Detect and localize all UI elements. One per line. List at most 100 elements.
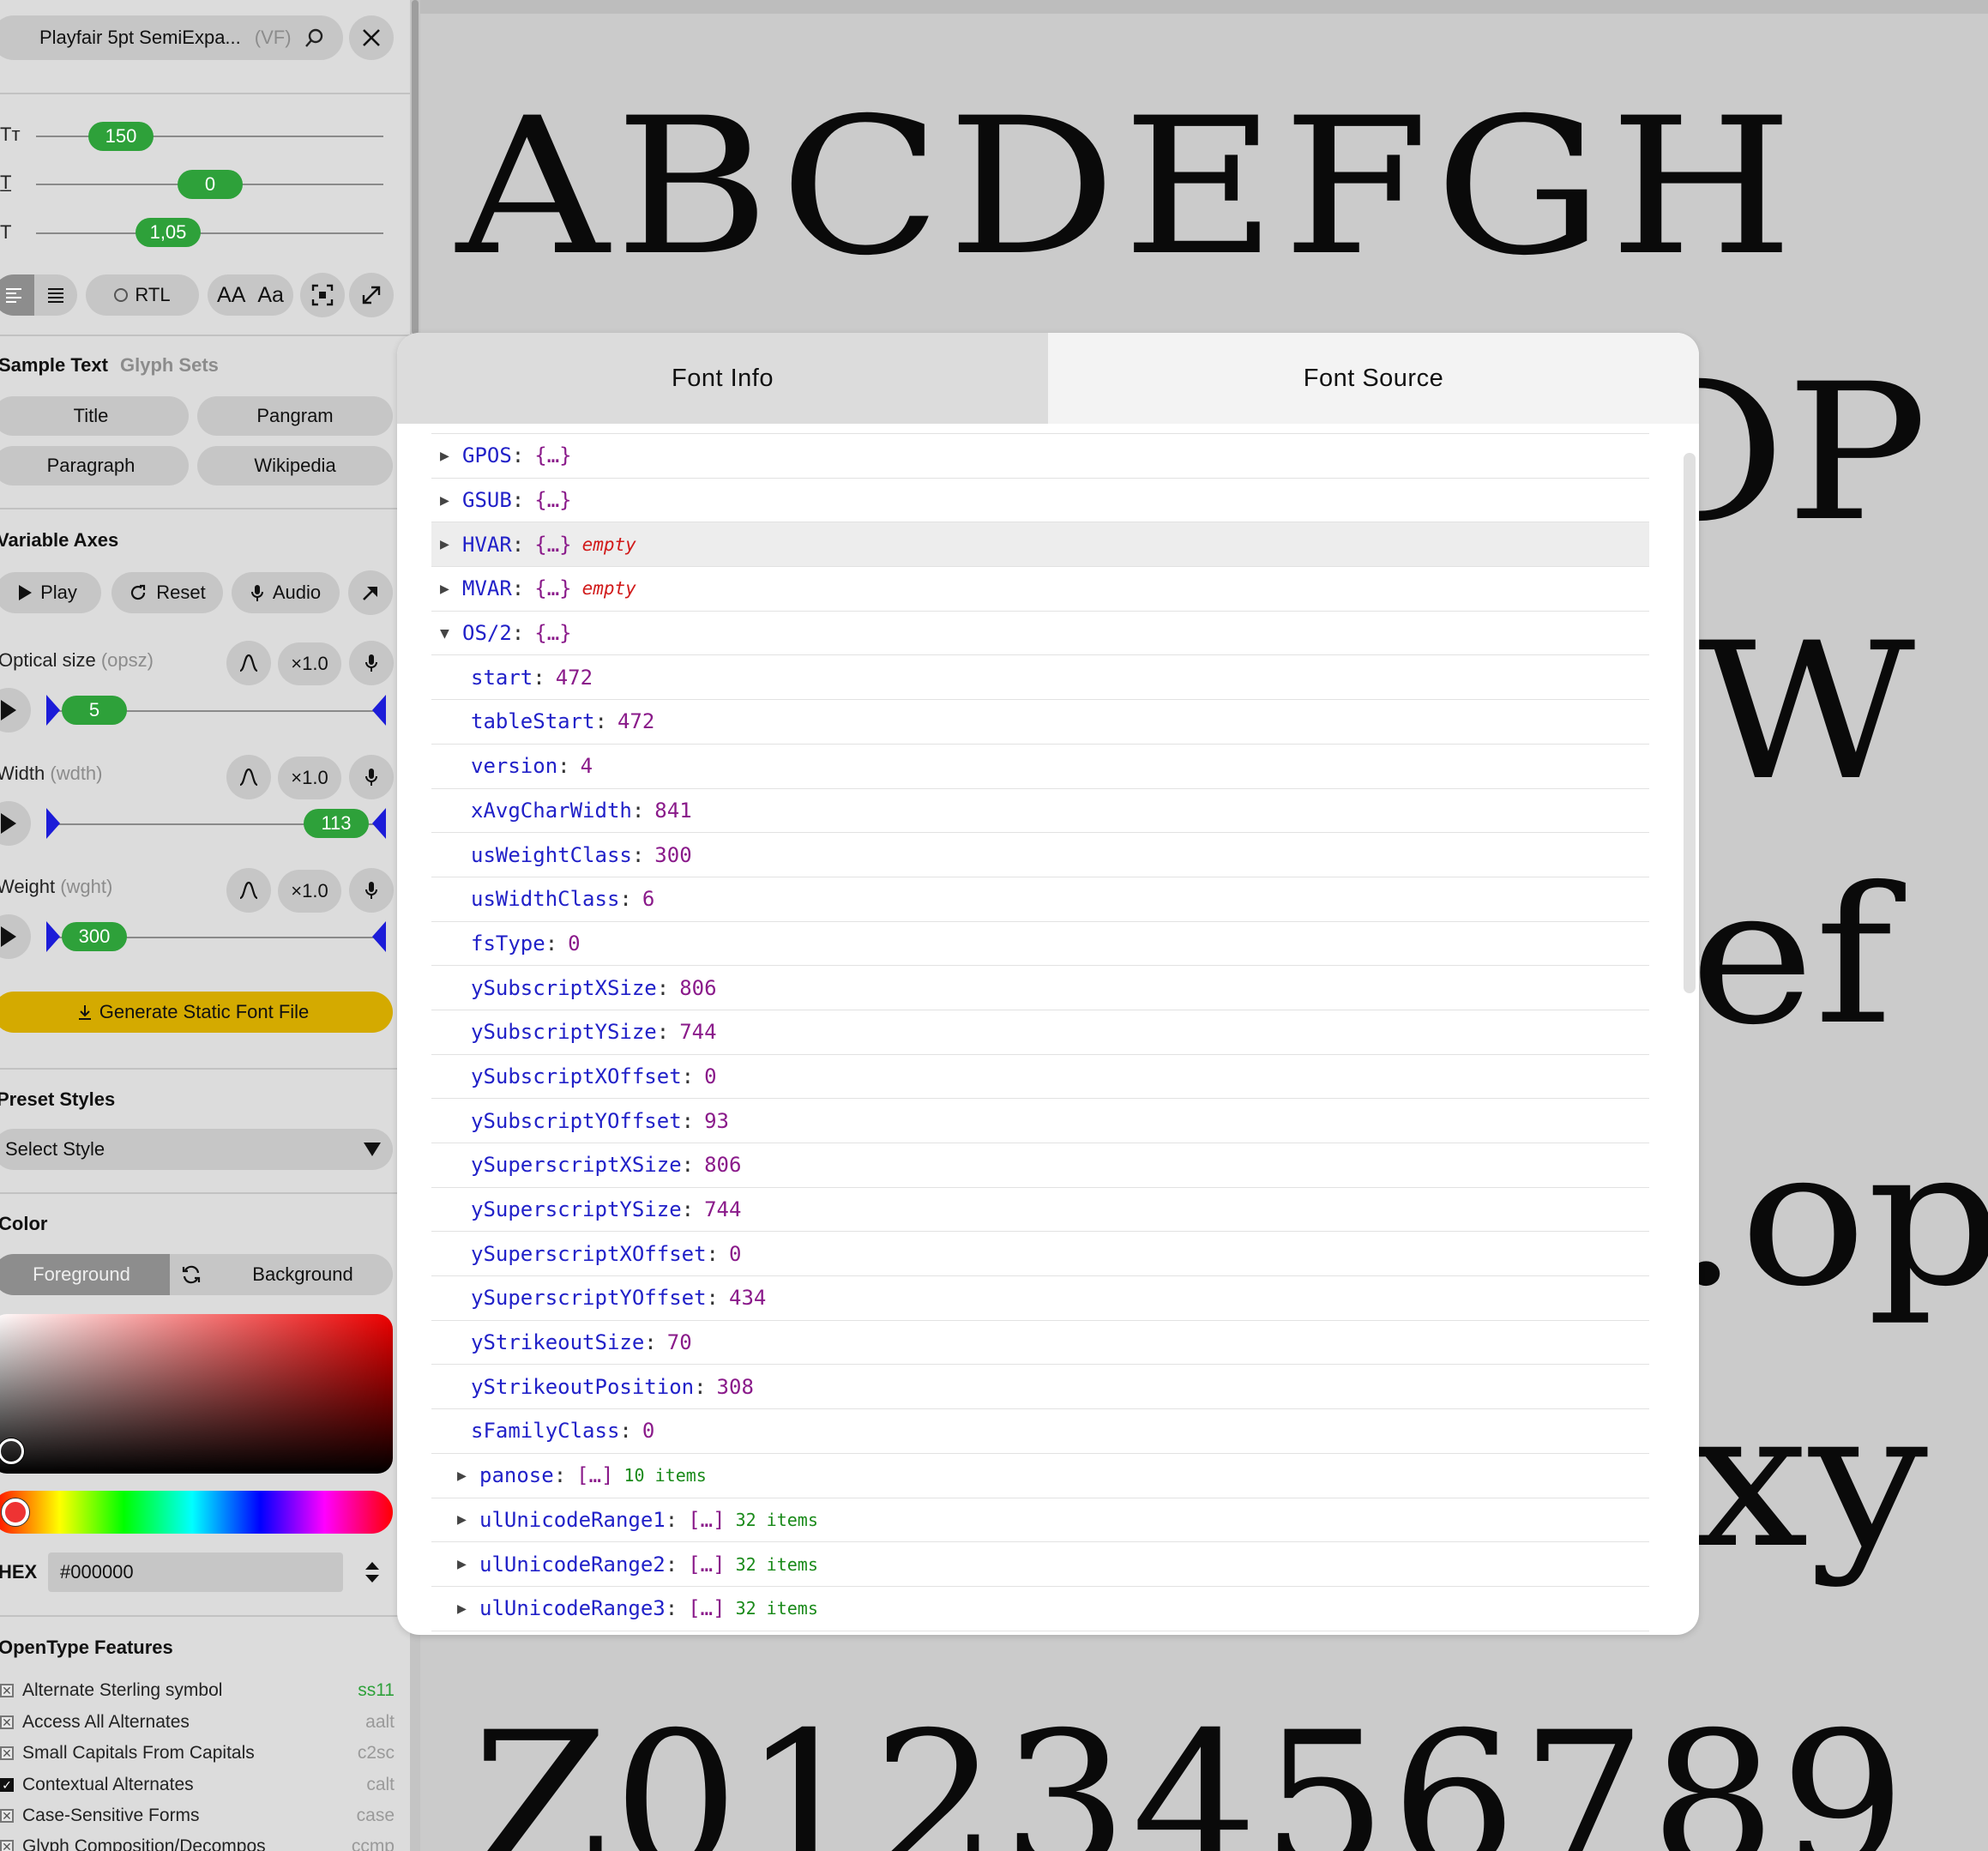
audio-button[interactable]: Audio xyxy=(232,572,340,613)
close-font-button[interactable] xyxy=(349,15,394,60)
foreground-tab[interactable]: Foreground xyxy=(0,1254,170,1295)
tree-row[interactable]: ▶ ulUnicodeRange1: […] 32 items xyxy=(431,1498,1649,1543)
tree-value: 841 xyxy=(654,798,692,823)
reset-axes-button[interactable]: Reset xyxy=(111,572,223,613)
checkbox-excluded-icon[interactable]: ✕ xyxy=(0,1746,14,1760)
tree-key: ySuperscriptYSize xyxy=(471,1197,682,1222)
tab-font-source[interactable]: Font Source xyxy=(1048,333,1699,424)
letter-spacing-value[interactable]: 1,05 xyxy=(136,218,201,247)
axis-wdth-speed-button[interactable]: ×1.0 xyxy=(278,757,341,799)
tree-row[interactable]: ▶ MVAR: {…} empty xyxy=(431,567,1649,612)
play-icon xyxy=(19,585,33,600)
align-justify-button[interactable] xyxy=(34,274,77,316)
axis-wght-speed-button[interactable]: ×1.0 xyxy=(278,870,341,913)
feature-row[interactable]: ✕ Case-Sensitive Forms case xyxy=(0,1803,395,1829)
axis-wdth-min-handle[interactable] xyxy=(46,808,60,839)
sample-paragraph-button[interactable]: Paragraph xyxy=(0,446,189,485)
play-all-button[interactable]: Play xyxy=(0,572,101,613)
expand-right-icon[interactable]: ▶ xyxy=(440,580,462,598)
tree-colon: : xyxy=(681,1197,695,1222)
tree-row[interactable]: ▶ ulUnicodeRange3: […] 32 items xyxy=(431,1587,1649,1631)
axis-wdth-audio-button[interactable] xyxy=(349,755,394,799)
swap-colors-button[interactable] xyxy=(170,1254,213,1295)
fullscreen-button[interactable] xyxy=(349,273,394,317)
sample-wikipedia-button[interactable]: Wikipedia xyxy=(197,446,393,485)
expand-right-icon[interactable]: ▶ xyxy=(440,535,462,553)
align-left-button[interactable] xyxy=(0,274,34,316)
hue-handle[interactable] xyxy=(2,1498,29,1526)
feature-row[interactable]: ✕ Access All Alternates aalt xyxy=(0,1709,395,1735)
divider xyxy=(0,508,410,509)
uppercase-button[interactable]: AA xyxy=(217,283,245,308)
checkbox-excluded-icon[interactable]: ✕ xyxy=(0,1684,14,1697)
feature-row[interactable]: ✓ Contextual Alternates calt xyxy=(0,1772,395,1798)
glyph-sets-tab[interactable]: Glyph Sets xyxy=(120,354,219,376)
axis-wdth-play-button[interactable] xyxy=(0,801,31,846)
axis-wdth-value[interactable]: 113 xyxy=(304,809,369,838)
feature-row[interactable]: ✕ Small Capitals From Capitals c2sc xyxy=(0,1740,395,1766)
hue-slider[interactable] xyxy=(0,1491,393,1534)
axis-wght-curve-button[interactable] xyxy=(226,868,271,913)
expand-right-icon[interactable]: ▶ xyxy=(457,1467,479,1485)
axis-opsz-max-handle[interactable] xyxy=(372,695,386,726)
tab-font-info[interactable]: Font Info xyxy=(397,333,1048,424)
axis-wght-min-handle[interactable] xyxy=(46,921,60,952)
focus-mode-button[interactable] xyxy=(300,273,345,317)
axis-opsz-min-handle[interactable] xyxy=(46,695,60,726)
preview-line-7: Z0123456789 xyxy=(472,1691,1910,1851)
expand-right-icon[interactable]: ▶ xyxy=(440,447,462,465)
axis-wght-play-button[interactable] xyxy=(0,914,31,959)
tree-row[interactable]: ▶ GPOS: {…} xyxy=(431,434,1649,479)
letter-spacing-track[interactable] xyxy=(36,232,383,234)
font-name: Playfair 5pt SemiExpa... xyxy=(39,27,241,48)
checkbox-excluded-icon[interactable]: ✕ xyxy=(0,1715,14,1729)
expand-down-icon[interactable]: ▼ xyxy=(440,624,462,642)
axis-wdth-curve-button[interactable] xyxy=(226,755,271,799)
sample-title-button[interactable]: Title xyxy=(0,396,189,436)
expand-right-icon[interactable]: ▶ xyxy=(457,1510,479,1528)
saturation-value-picker[interactable] xyxy=(0,1314,393,1474)
axis-wght-audio-button[interactable] xyxy=(349,868,394,913)
microphone-icon xyxy=(250,585,263,601)
font-size-value[interactable]: 150 xyxy=(88,122,154,151)
hex-input[interactable]: #000000 xyxy=(48,1553,343,1592)
titlecase-button[interactable]: Aa xyxy=(257,283,284,308)
line-height-value[interactable]: 0 xyxy=(178,170,243,199)
expand-right-icon[interactable]: ▶ xyxy=(457,1600,479,1618)
sidebar-scroll-thumb[interactable] xyxy=(412,0,419,335)
axis-wght-value[interactable]: 300 xyxy=(62,922,127,951)
axis-opsz-value[interactable]: 5 xyxy=(62,696,127,725)
axis-wght-max-handle[interactable] xyxy=(372,921,386,952)
sample-pangram-button[interactable]: Pangram xyxy=(197,396,393,436)
generate-static-font-button[interactable]: Generate Static Font File xyxy=(0,992,393,1033)
rtl-toggle[interactable]: RTL xyxy=(86,274,199,316)
preset-style-select[interactable]: Select Style xyxy=(0,1129,393,1170)
color-format-switcher[interactable] xyxy=(364,1559,381,1585)
tree-row[interactable]: ▶ GSUB: {…} xyxy=(431,479,1649,523)
expand-right-icon[interactable]: ▶ xyxy=(457,1555,479,1573)
axis-opsz-curve-button[interactable] xyxy=(226,641,271,685)
tree-row[interactable]: ▶ HVAR: {…} empty xyxy=(431,522,1649,568)
axis-wdth-max-handle[interactable] xyxy=(372,808,386,839)
feature-row[interactable]: ✕ Alternate Sterling symbol ss11 xyxy=(0,1678,395,1703)
checkbox-excluded-icon[interactable]: ✕ xyxy=(0,1840,14,1851)
axis-opsz-audio-button[interactable] xyxy=(349,641,394,685)
checkbox-checked-icon[interactable]: ✓ xyxy=(0,1778,14,1792)
feature-row[interactable]: ✕ Glyph Composition/Decompos ccmp xyxy=(0,1834,395,1851)
axis-opsz-speed-button[interactable]: ×1.0 xyxy=(278,642,341,685)
tree-row[interactable]: ▶ panose: […] 10 items xyxy=(431,1454,1649,1498)
font-selector[interactable]: Playfair 5pt SemiExpa... (VF) xyxy=(0,15,343,60)
picker-handle[interactable] xyxy=(0,1438,24,1464)
background-tab[interactable]: Background xyxy=(213,1254,393,1295)
tree-row[interactable]: ▶ ulUnicodeRange2: […] 32 items xyxy=(431,1542,1649,1587)
tree-row[interactable]: ▼ OS/2: {…} xyxy=(431,612,1649,656)
sample-text-tab[interactable]: Sample Text xyxy=(0,354,108,376)
random-axes-button[interactable] xyxy=(348,570,393,615)
dialog-scrollbar[interactable] xyxy=(1684,453,1696,993)
axis-opsz-play-button[interactable] xyxy=(0,688,31,733)
search-icon xyxy=(304,27,326,49)
checkbox-excluded-icon[interactable]: ✕ xyxy=(0,1809,14,1823)
tree-item-count: 32 items xyxy=(735,1509,818,1530)
expand-right-icon[interactable]: ▶ xyxy=(440,491,462,509)
generate-label: Generate Static Font File xyxy=(99,1001,310,1022)
